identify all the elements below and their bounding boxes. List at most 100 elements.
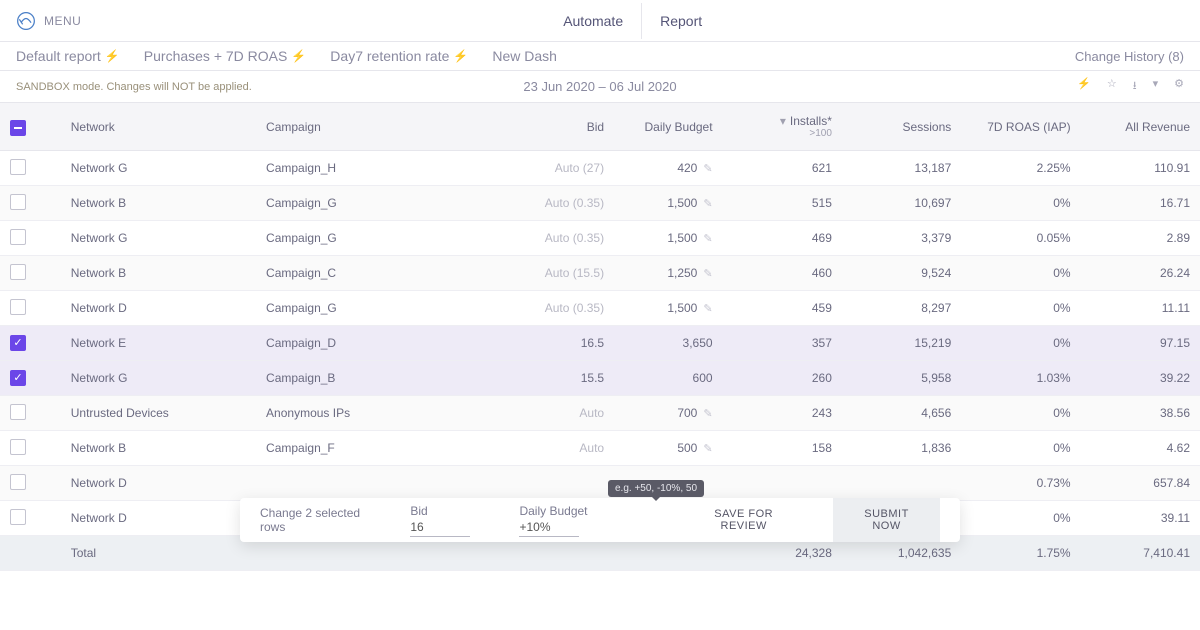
header-installs-label: Installs* (790, 114, 832, 128)
row-checkbox[interactable] (10, 229, 26, 245)
report-tab-2[interactable]: Day7 retention rate⚡ (330, 48, 468, 64)
cell-roas: 0.73% (961, 466, 1080, 501)
cell-network: Network D (61, 291, 256, 326)
row-checkbox[interactable] (10, 299, 26, 315)
cell-budget[interactable]: 700✎ (614, 396, 722, 431)
submit-now-button[interactable]: SUBMIT NOW (833, 498, 940, 542)
row-checkbox[interactable] (10, 264, 26, 280)
table-row: Network GCampaign_B15.56002605,9581.03%3… (0, 361, 1200, 396)
cell-roas: 0.05% (961, 221, 1080, 256)
cell-sessions: 3,379 (842, 221, 961, 256)
cell-campaign: Campaign_D (256, 326, 506, 361)
header-roas[interactable]: 7D ROAS (IAP) (961, 103, 1080, 151)
cell-roas: 0% (961, 396, 1080, 431)
select-all-checkbox[interactable] (10, 120, 26, 136)
row-checkbox-cell (0, 221, 61, 256)
tooltip: e.g. +50, -10%, 50 (608, 480, 704, 497)
edit-icon[interactable]: ✎ (703, 442, 712, 455)
cell-bid[interactable]: Auto (0.35) (506, 291, 614, 326)
cell-roas: 0% (961, 326, 1080, 361)
cell-bid[interactable]: Auto (27) (506, 151, 614, 186)
row-checkbox[interactable] (10, 509, 26, 525)
cell-revenue: 39.22 (1081, 361, 1200, 396)
header-revenue[interactable]: All Revenue (1081, 103, 1200, 151)
cell-budget[interactable]: 3,650 (614, 326, 722, 361)
header-budget[interactable]: Daily Budget (614, 103, 722, 151)
row-checkbox[interactable] (10, 439, 26, 455)
table-row: Network BCampaign_FAuto500✎1581,8360%4.6… (0, 431, 1200, 466)
table-row: Network D0.73%657.84 (0, 466, 1200, 501)
row-checkbox-cell (0, 396, 61, 431)
cell-budget[interactable]: 500 ✎ (614, 431, 722, 466)
cell-sessions: 10,697 (842, 186, 961, 221)
cell-network: Network G (61, 221, 256, 256)
edit-icon[interactable]: ✎ (703, 407, 712, 420)
cell-budget[interactable]: 420✎ (614, 151, 722, 186)
save-for-review-button[interactable]: SAVE FOR REVIEW (678, 498, 809, 542)
top-bar: MENU Automate Report (0, 0, 1200, 42)
bulk-bid-input[interactable] (410, 518, 470, 537)
cell-revenue: 110.91 (1081, 151, 1200, 186)
header-bid[interactable]: Bid (506, 103, 614, 151)
cell-budget[interactable]: 1,500✎ (614, 221, 722, 256)
header-network[interactable]: Network (61, 103, 256, 151)
cell-bid[interactable]: 16.5 (506, 326, 614, 361)
bolt-icon: ⚡ (291, 49, 306, 63)
report-tab-label: Day7 retention rate (330, 48, 449, 64)
cell-bid[interactable]: Auto (15.5) (506, 256, 614, 291)
cell-bid[interactable]: Auto (0.35) (506, 221, 614, 256)
cell-revenue: 39.11 (1081, 501, 1200, 536)
row-checkbox[interactable] (10, 474, 26, 490)
tab-report[interactable]: Report (641, 3, 720, 39)
row-checkbox[interactable] (10, 335, 26, 351)
edit-icon[interactable]: ✎ (703, 267, 712, 280)
table-row: Network GCampaign_HAuto (27)420✎62113,18… (0, 151, 1200, 186)
menu-label[interactable]: MENU (44, 14, 81, 28)
row-checkbox-cell (0, 431, 61, 466)
report-tab-0[interactable]: Default report⚡ (16, 48, 120, 64)
cell-bid[interactable]: Auto (506, 431, 614, 466)
report-tab-3[interactable]: New Dash (492, 48, 557, 64)
bid-value: Auto (0.35) (545, 231, 604, 245)
cell-installs: 515 (723, 186, 842, 221)
edit-icon[interactable]: ✎ (703, 302, 712, 315)
filter-icon[interactable]: ▾ (1153, 77, 1159, 96)
gear-icon[interactable]: ⚙ (1174, 77, 1184, 96)
header-installs[interactable]: ▾Installs* >100 (723, 103, 842, 151)
bid-value: Auto (0.35) (545, 196, 604, 210)
row-checkbox-cell (0, 501, 61, 536)
report-tab-1[interactable]: Purchases + 7D ROAS⚡ (144, 48, 307, 64)
bulk-budget-input[interactable] (519, 518, 579, 537)
download-icon[interactable]: ⭳ (1133, 77, 1137, 96)
row-checkbox[interactable] (10, 404, 26, 420)
cell-bid[interactable]: 15.5 (506, 361, 614, 396)
edit-icon[interactable]: ✎ (703, 197, 712, 210)
edit-icon[interactable]: ✎ (703, 162, 712, 175)
header-campaign[interactable]: Campaign (256, 103, 506, 151)
cell-roas: 1.03% (961, 361, 1080, 396)
tab-automate[interactable]: Automate (545, 3, 641, 39)
cell-budget[interactable]: 1,500✎ (614, 186, 722, 221)
cell-bid[interactable]: Auto (506, 396, 614, 431)
row-checkbox[interactable] (10, 159, 26, 175)
row-checkbox[interactable] (10, 194, 26, 210)
bolt-icon[interactable]: ⚡ (1077, 77, 1091, 96)
bid-value: Auto (579, 406, 604, 420)
date-range[interactable]: 23 Jun 2020 – 06 Jul 2020 (523, 79, 676, 94)
cell-revenue: 4.62 (1081, 431, 1200, 466)
edit-icon[interactable]: ✎ (703, 232, 712, 245)
row-checkbox[interactable] (10, 370, 26, 386)
cell-budget[interactable]: 1,250✎ (614, 256, 722, 291)
cell-bid[interactable] (506, 466, 614, 501)
star-icon[interactable]: ☆ (1107, 77, 1117, 96)
change-history-link[interactable]: Change History (8) (1075, 49, 1184, 64)
header-sessions[interactable]: Sessions (842, 103, 961, 151)
cell-budget[interactable]: 1,500✎ (614, 291, 722, 326)
bulk-edit-panel: Change 2 selected rows Bid Daily Budget … (240, 498, 960, 542)
budget-value: 500 (677, 441, 697, 455)
cell-budget[interactable]: 600 (614, 361, 722, 396)
cell-bid[interactable]: Auto (0.35) (506, 186, 614, 221)
total-label: Total (61, 536, 256, 571)
cell-installs (723, 466, 842, 501)
cell-network: Network B (61, 256, 256, 291)
